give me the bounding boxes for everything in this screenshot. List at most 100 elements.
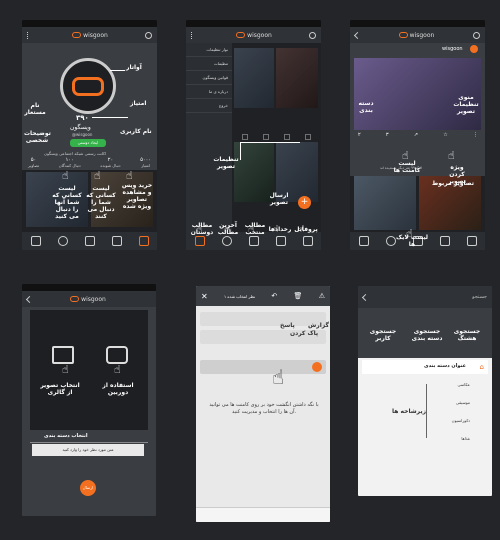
stat-score[interactable]: ۵۰۰۰ امتیاز bbox=[140, 157, 151, 168]
drawer-item[interactable]: قوانین ویسگون bbox=[186, 71, 232, 85]
pointer-hand-icon: ☝ bbox=[62, 169, 69, 182]
bell-icon[interactable] bbox=[439, 236, 450, 246]
status-bar bbox=[22, 284, 156, 291]
callout-category: دسته بندی bbox=[358, 100, 374, 114]
tab-user[interactable]: جستجوی کاربر bbox=[366, 328, 400, 342]
callout-following: لیست کسانی که شما آنها را دنبال می کنید bbox=[52, 185, 82, 220]
bell-icon[interactable] bbox=[111, 236, 122, 246]
status-bar bbox=[186, 20, 321, 27]
leader-line bbox=[92, 117, 128, 118]
callout-bio: توضیحات شخصی bbox=[24, 130, 51, 144]
home-icon[interactable] bbox=[194, 236, 205, 246]
handle: @wisgoon bbox=[72, 132, 93, 137]
callout-reply: پاسخ bbox=[280, 322, 295, 329]
home-icon[interactable] bbox=[358, 236, 369, 246]
side-drawer: نوار تنظیمات تنظیمات قوانین ویسگون دربار… bbox=[186, 43, 232, 232]
search-input[interactable]: جستجو bbox=[472, 294, 487, 300]
share-icon[interactable]: ↗ bbox=[414, 132, 418, 138]
callout-subcategories: زیرشاخه ها bbox=[392, 408, 427, 415]
comment-input[interactable] bbox=[196, 507, 330, 522]
report-icon[interactable]: ⚠ bbox=[319, 292, 325, 300]
profile-icon[interactable] bbox=[138, 236, 149, 246]
search-icon[interactable] bbox=[473, 31, 480, 39]
screen-search: جستجو جستجوی هشتگ جستجوی دسته بندی جستجو… bbox=[358, 286, 492, 496]
menu-icon[interactable] bbox=[27, 31, 35, 39]
post-actions: ۲ ۳ ↗ ☆ ⋮ bbox=[358, 132, 478, 138]
sub-item[interactable]: دکوراسیون bbox=[452, 418, 470, 423]
send-button[interactable]: ارسال bbox=[80, 480, 96, 496]
callout-comments: لیست کامنت ها bbox=[393, 160, 421, 174]
app-logo: wisgoon bbox=[236, 32, 272, 39]
post-user[interactable]: wisgoon bbox=[442, 46, 463, 52]
like-count[interactable]: ۲ bbox=[358, 132, 361, 138]
home-icon: ⌂ bbox=[479, 363, 484, 371]
home-icon[interactable] bbox=[30, 236, 41, 246]
avatar[interactable] bbox=[60, 58, 116, 114]
bottom-nav bbox=[22, 232, 157, 250]
selection-bar: ✕ ۱ نظر انتخاب شده ↶ 🗑 ⚠ bbox=[196, 286, 330, 306]
callout-settings-menu: منوی تنظیمات تصویر bbox=[453, 94, 479, 115]
bell-icon[interactable] bbox=[275, 236, 286, 246]
globe-icon[interactable] bbox=[221, 236, 232, 246]
stat-followers[interactable]: ۱۰۰ دنبال کنندگان bbox=[59, 157, 81, 168]
drawer-item[interactable]: خروج bbox=[186, 99, 232, 113]
stat-images[interactable]: ۵۰ تصاویر bbox=[28, 157, 39, 168]
bracket-line bbox=[426, 384, 427, 438]
star-icon[interactable] bbox=[84, 236, 95, 246]
screen-home-drawer: wisgoon نوار تنظیمات تنظیمات قوانین ویسگ… bbox=[186, 20, 321, 250]
comment-row-selected[interactable] bbox=[200, 360, 326, 374]
add-image-button[interactable]: + bbox=[298, 196, 311, 209]
category-title-row[interactable]: عنوان دسته بندی ⌂ bbox=[362, 360, 488, 374]
reply-icon[interactable]: ↶ bbox=[271, 292, 277, 300]
drawer-item[interactable]: تنظیمات bbox=[186, 57, 232, 71]
sub-item[interactable]: موسیقی bbox=[456, 400, 470, 405]
follow-button[interactable]: ایجاد دوستی bbox=[70, 139, 106, 147]
back-icon[interactable] bbox=[25, 295, 34, 303]
callout-buy: خرید ویس و مشاهده تصاویر ویژه شده bbox=[121, 182, 153, 210]
tab-hashtag[interactable]: جستجوی هشتگ bbox=[450, 328, 484, 342]
search-icon[interactable] bbox=[309, 31, 316, 39]
commenter-avatar[interactable] bbox=[312, 362, 322, 372]
more-icon[interactable]: ⋮ bbox=[473, 132, 478, 138]
tab-category[interactable]: جستجوی دسته بندی bbox=[410, 328, 444, 342]
callout-score: امتیاز bbox=[130, 100, 147, 107]
sub-item[interactable]: غذاها bbox=[461, 436, 470, 441]
back-icon[interactable] bbox=[353, 31, 362, 39]
delete-icon[interactable]: 🗑 bbox=[294, 292, 303, 300]
pointer-hand-icon: ☝ bbox=[272, 365, 285, 389]
pointer-hand-icon: ☝ bbox=[448, 149, 455, 162]
top-bar: wisgoon bbox=[22, 291, 156, 307]
drawer-item[interactable]: درباره ی ما bbox=[186, 85, 232, 99]
app-logo: wisgoon bbox=[398, 32, 434, 39]
callout-related: تصاویر مربوط bbox=[432, 180, 474, 187]
label-events: رخدادها bbox=[268, 226, 292, 233]
screen-profile: wisgoon ۳۹۰ ویسگون @wisgoon ایجاد دوستی … bbox=[22, 20, 157, 250]
close-icon[interactable]: ✕ bbox=[201, 292, 208, 301]
menu-icon[interactable] bbox=[191, 31, 199, 39]
globe-icon[interactable] bbox=[57, 236, 68, 246]
callout-likes: لیست لایک ها bbox=[395, 234, 429, 248]
search-bar: جستجو bbox=[358, 286, 492, 308]
profile-icon[interactable] bbox=[302, 236, 313, 246]
drawer-item[interactable]: نوار تنظیمات bbox=[186, 43, 232, 57]
sub-item[interactable]: عکاسی bbox=[458, 382, 471, 387]
score-value: ۳۹۰ bbox=[76, 114, 89, 122]
text-input[interactable]: متن مورد نظر خود را وارد کنید bbox=[32, 444, 144, 456]
user-avatar[interactable] bbox=[470, 45, 478, 53]
search-icon[interactable] bbox=[145, 31, 152, 39]
label-latest-posts: آخرین مطالب bbox=[217, 222, 239, 236]
star-icon[interactable]: ☆ bbox=[443, 132, 447, 138]
back-icon[interactable] bbox=[361, 293, 370, 301]
gallery-icon[interactable] bbox=[52, 346, 74, 364]
pointer-hand-icon: ☝ bbox=[94, 169, 101, 182]
app-logo: wisgoon bbox=[70, 296, 106, 303]
callout-delete: پاک کردن bbox=[290, 330, 319, 337]
profile-icon[interactable] bbox=[466, 236, 477, 246]
status-bar bbox=[22, 20, 157, 27]
star-icon[interactable] bbox=[248, 236, 259, 246]
comment-count[interactable]: ۳ bbox=[386, 132, 389, 138]
stats-row: ۵۰ تصاویر ۱۰۰ دنبال کنندگان ۲۰ دنبال شونده … bbox=[28, 157, 151, 168]
camera-icon[interactable] bbox=[106, 346, 128, 364]
stat-following[interactable]: ۲۰ دنبال شونده bbox=[100, 157, 120, 168]
category-field[interactable]: انتخاب دسته بندی bbox=[30, 432, 148, 443]
